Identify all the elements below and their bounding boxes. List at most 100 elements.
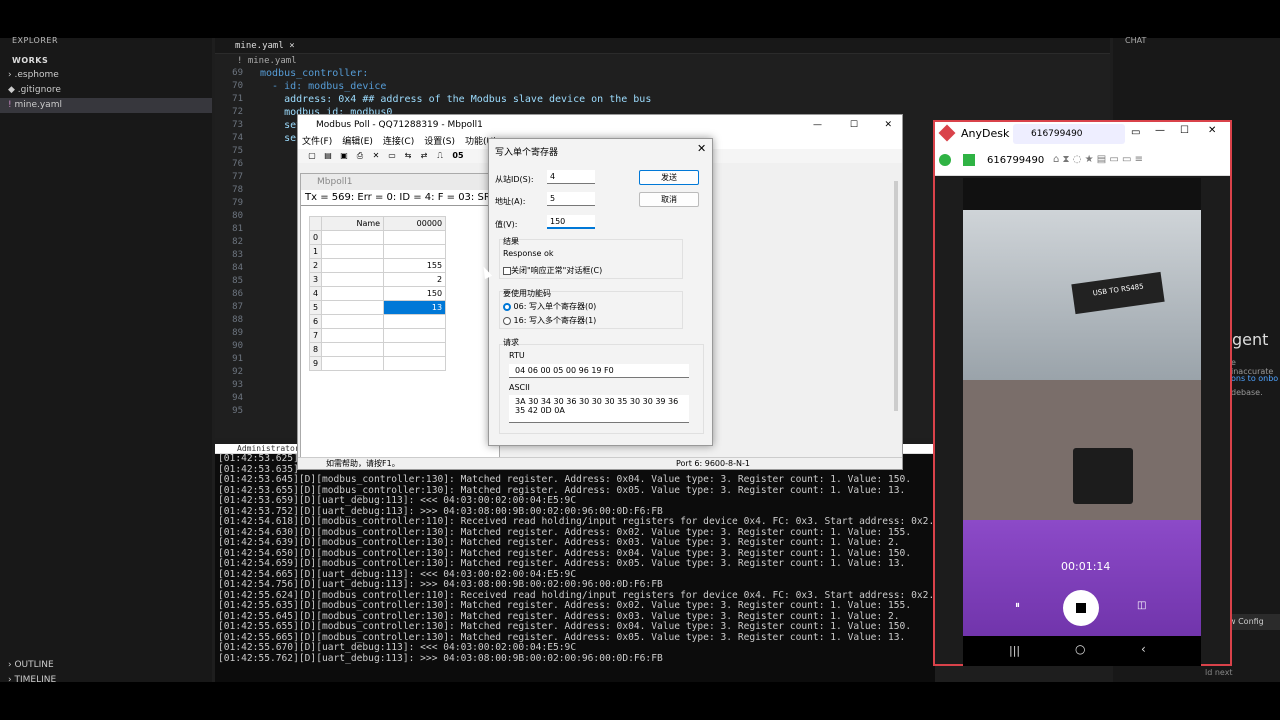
value-cell[interactable] bbox=[383, 356, 447, 371]
menu-item[interactable]: 文件(F) bbox=[302, 137, 332, 147]
tree-item-esphome[interactable]: › .esphome bbox=[0, 68, 212, 83]
back-icon[interactable]: ‹ bbox=[1141, 642, 1146, 656]
table-row[interactable]: 7 bbox=[308, 328, 447, 343]
value-cell[interactable] bbox=[383, 342, 447, 357]
send-button[interactable]: 发送 bbox=[639, 170, 699, 185]
menu-item[interactable]: 设置(S) bbox=[424, 137, 455, 147]
value-input[interactable]: 150 bbox=[547, 215, 595, 229]
menu-item[interactable]: 编辑(E) bbox=[342, 137, 373, 147]
window-title: Modbus Poll - QQ71288319 - Mbpoll1 bbox=[316, 120, 483, 130]
scrollbar[interactable] bbox=[894, 181, 898, 411]
ascii-value[interactable]: 3A 30 34 30 36 30 30 30 35 30 30 39 36 35… bbox=[509, 395, 689, 423]
close-icon[interactable]: ✕ bbox=[884, 115, 892, 135]
terminal-window[interactable]: Administrator: [01:42:53.625] [01:42:53.6… bbox=[215, 444, 952, 682]
open-icon[interactable]: ▤ bbox=[321, 150, 335, 162]
timeline-section[interactable]: › TIMELINE bbox=[0, 673, 212, 688]
print-icon[interactable]: ⎙ bbox=[353, 150, 367, 162]
fc06-radio[interactable]: 06: 写入单个寄存器(0) bbox=[503, 301, 596, 312]
connect-icon[interactable]: ⇆ bbox=[401, 150, 415, 162]
fc05-button[interactable]: 05 bbox=[449, 150, 467, 162]
table-row[interactable]: 1 bbox=[308, 244, 447, 259]
radio-icon[interactable] bbox=[503, 316, 511, 325]
name-cell[interactable] bbox=[321, 258, 385, 273]
table-row[interactable]: 0 bbox=[308, 230, 447, 245]
address-input[interactable]: 5 bbox=[547, 192, 595, 206]
value-cell[interactable]: 155 bbox=[383, 258, 447, 273]
stop-record-button[interactable] bbox=[1063, 590, 1099, 626]
tree-label: .gitignore bbox=[17, 85, 61, 95]
name-cell[interactable] bbox=[321, 356, 385, 371]
table-row[interactable]: 2 155 bbox=[308, 258, 447, 273]
name-cell[interactable] bbox=[321, 272, 385, 287]
minimize-icon[interactable]: — bbox=[813, 115, 822, 135]
mbpoll-child-window[interactable]: Mbpoll1 Tx = 569: Err = 0: ID = 4: F = 0… bbox=[300, 173, 500, 459]
cancel-button[interactable]: 取消 bbox=[639, 192, 699, 207]
value-cell[interactable] bbox=[383, 244, 447, 259]
modbus-titlebar: Modbus Poll - QQ71288319 - Mbpoll1 — ☐ ✕ bbox=[298, 115, 902, 135]
radio-checked-icon[interactable] bbox=[503, 302, 511, 311]
pause-icon[interactable]: ⏸ bbox=[1015, 600, 1031, 616]
rtu-value[interactable]: 04 06 00 05 00 96 19 F0 bbox=[509, 364, 689, 378]
session-tab[interactable]: 616799490 bbox=[1013, 124, 1125, 144]
new-icon[interactable]: ▢ bbox=[305, 150, 319, 162]
name-cell[interactable] bbox=[321, 244, 385, 259]
pulse-icon[interactable]: ⎍ bbox=[433, 150, 447, 162]
maximize-icon[interactable]: ☐ bbox=[1180, 125, 1189, 136]
tree-item-mine-yaml[interactable]: ! mine.yaml bbox=[0, 98, 212, 113]
checkbox-icon[interactable] bbox=[963, 154, 975, 166]
value-cell[interactable]: 2 bbox=[383, 272, 447, 287]
agent-text-2[interactable]: ons to onbo bbox=[1231, 374, 1278, 383]
minimize-icon[interactable]: — bbox=[1155, 125, 1165, 136]
chevron-right-icon: › bbox=[8, 70, 12, 80]
chat-tab[interactable]: CHAT bbox=[1113, 37, 1280, 48]
ascii-line-2: 35 42 0D 0A bbox=[515, 406, 565, 415]
agent-text-3: debase. bbox=[1231, 388, 1263, 397]
name-cell[interactable] bbox=[321, 300, 385, 315]
screen-icon[interactable]: ▭ bbox=[1131, 127, 1140, 138]
menu-item[interactable]: 连接(C) bbox=[383, 137, 414, 147]
delete-icon[interactable]: ✕ bbox=[369, 150, 383, 162]
status-help: 如需帮助，请按F1。 bbox=[326, 459, 400, 468]
value-cell[interactable] bbox=[383, 314, 447, 329]
close-icon[interactable]: × bbox=[289, 41, 294, 51]
table-row[interactable]: 8 bbox=[308, 342, 447, 357]
table-row[interactable]: 6 bbox=[308, 314, 447, 329]
checkbox-icon[interactable] bbox=[503, 266, 511, 275]
close-icon[interactable]: ✕ bbox=[697, 142, 706, 155]
save-icon[interactable]: ▣ bbox=[337, 150, 351, 162]
table-row[interactable]: 5 13 bbox=[308, 300, 447, 315]
address-label: 地址(A): bbox=[495, 197, 526, 206]
editor-tab[interactable]: mine.yaml × bbox=[215, 38, 1110, 54]
home-icon[interactable]: ○ bbox=[1075, 642, 1085, 656]
line-number: 95 bbox=[232, 406, 243, 416]
camera-icon[interactable]: ◫ bbox=[1137, 600, 1146, 611]
outline-section[interactable]: › OUTLINE bbox=[0, 658, 212, 673]
table-row[interactable]: 9 bbox=[308, 356, 447, 371]
window-icon[interactable]: ▭ bbox=[385, 150, 399, 162]
fc16-radio[interactable]: 16: 写入多个寄存器(1) bbox=[503, 315, 596, 326]
workspace-label[interactable]: WORKS bbox=[0, 54, 212, 68]
value-cell[interactable] bbox=[383, 328, 447, 343]
add-next-text: ld next bbox=[1205, 668, 1233, 677]
phone-screen[interactable]: USB TO RS485 00:01:14 ⏸ ◫ ||| ○ ‹ bbox=[963, 178, 1201, 666]
name-cell[interactable] bbox=[321, 328, 385, 343]
write-register-dialog[interactable]: 写入单个寄存器 ✕ 从站ID(S): 4 地址(A): 5 值(V): 150 … bbox=[488, 138, 713, 446]
name-cell[interactable] bbox=[321, 230, 385, 245]
name-cell[interactable] bbox=[321, 342, 385, 357]
name-cell[interactable] bbox=[321, 314, 385, 329]
tool-icon[interactable]: ⌂ ⧗ ◌ ★ ▤ ▭ ▭ ≡ bbox=[1053, 154, 1143, 165]
value-cell[interactable]: 150 bbox=[383, 286, 447, 301]
table-row[interactable]: 4 150 bbox=[308, 286, 447, 301]
slave-id-input[interactable]: 4 bbox=[547, 170, 595, 184]
close-icon[interactable]: ✕ bbox=[1208, 125, 1216, 136]
value-cell[interactable] bbox=[383, 230, 447, 245]
close-ok-checkbox[interactable]: 关闭"响应正常"对话框(C) bbox=[503, 265, 602, 276]
table-row[interactable]: 32 bbox=[308, 272, 447, 287]
disconnect-icon[interactable]: ⇄ bbox=[417, 150, 431, 162]
tree-item-gitignore[interactable]: ◆ .gitignore bbox=[0, 83, 212, 98]
value-cell[interactable]: 13 bbox=[383, 300, 447, 315]
maximize-icon[interactable]: ☐ bbox=[850, 115, 858, 135]
name-cell[interactable] bbox=[321, 286, 385, 301]
config-button[interactable]: w Config bbox=[1225, 614, 1280, 630]
recents-icon[interactable]: ||| bbox=[1009, 644, 1020, 657]
